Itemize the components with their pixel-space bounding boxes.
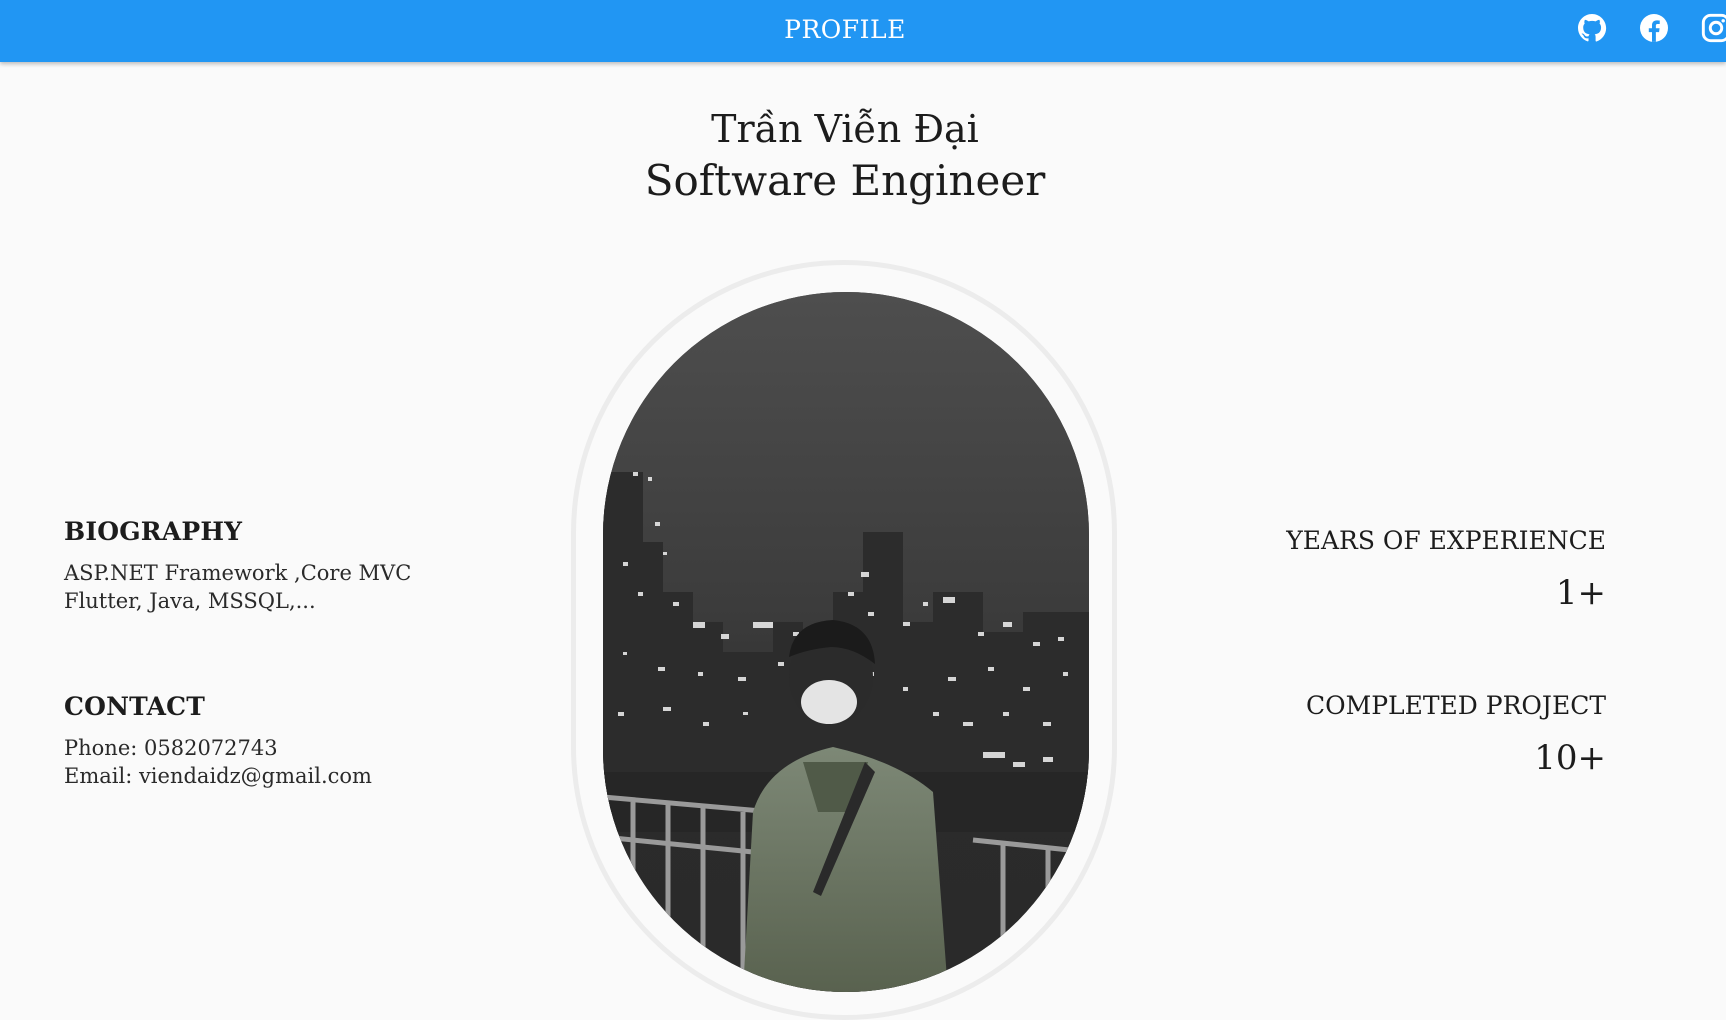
profile-name: Trần Viễn Đại [711, 107, 979, 151]
app-bar-title: PROFILE [784, 15, 906, 44]
biography-title: BIOGRAPHY [64, 517, 243, 546]
projects-stat: COMPLETED PROJECT 10+ [1306, 690, 1606, 780]
github-icon[interactable] [1576, 12, 1608, 44]
projects-label: COMPLETED PROJECT [1305, 691, 1606, 720]
app-bar: PROFILE [0, 0, 1726, 62]
profile-header: Trần Viễn Đại Software Engineer [0, 104, 1690, 208]
projects-value: 10+ [1534, 738, 1606, 778]
experience-value: 1+ [1555, 573, 1606, 613]
experience-label: YEARS OF EXPERIENCE [1286, 526, 1606, 555]
biography-line: Flutter, Java, MSSQL,... [64, 589, 316, 613]
contact-phone: Phone: 0582072743 [64, 736, 278, 760]
biography-text: ASP.NET Framework ,Core MVC Flutter, Jav… [64, 559, 411, 615]
experience-stat: YEARS OF EXPERIENCE 1+ [1286, 525, 1606, 615]
instagram-icon[interactable] [1700, 12, 1726, 44]
contact-title: CONTACT [64, 692, 206, 721]
biography-line: ASP.NET Framework ,Core MVC [64, 561, 412, 585]
facebook-icon[interactable] [1638, 12, 1670, 44]
profile-role: Software Engineer [644, 156, 1046, 205]
contact-email: Email: viendaidz@gmail.com [64, 764, 372, 788]
profile-photo [603, 292, 1089, 992]
contact-details: Phone: 0582072743 Email: viendaidz@gmail… [64, 734, 372, 790]
